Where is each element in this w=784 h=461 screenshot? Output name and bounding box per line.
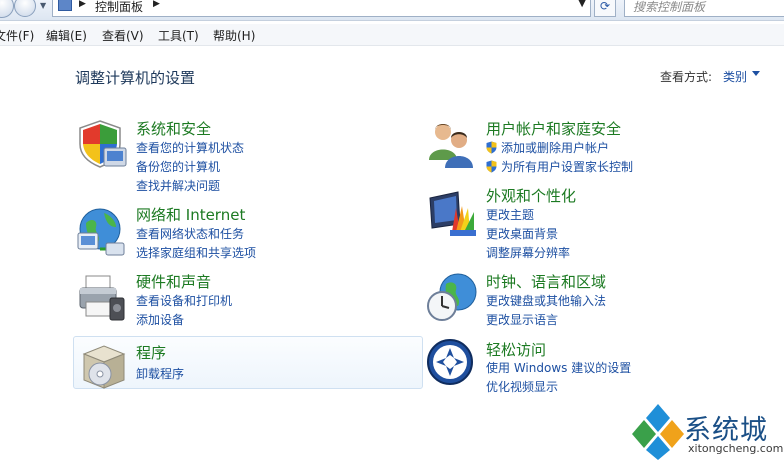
link-change-keyboard[interactable]: 更改键盘或其他输入法 — [486, 292, 606, 309]
link-homegroup-sharing[interactable]: 选择家庭组和共享选项 — [136, 244, 256, 261]
printer-icon[interactable] — [76, 272, 128, 324]
link-change-background[interactable]: 更改桌面背景 — [486, 225, 558, 242]
security-shield-icon[interactable] — [76, 118, 128, 170]
menu-bar: 文件(F) 编辑(E) 查看(V) 工具(T) 帮助(H) — [0, 24, 784, 46]
link-text: 为所有用户设置家长控制 — [501, 160, 634, 174]
uac-shield-icon — [486, 160, 497, 173]
control-panel-icon — [58, 0, 72, 11]
refresh-button[interactable]: ⟳ — [594, 0, 616, 17]
category-title-programs[interactable]: 程序 — [136, 342, 166, 363]
category-title-system-security[interactable]: 系统和安全 — [136, 118, 211, 139]
appearance-monitor-icon[interactable] — [426, 188, 478, 240]
back-button[interactable] — [0, 0, 14, 18]
ease-of-access-icon[interactable] — [426, 338, 478, 390]
menu-file[interactable]: 文件(F) — [0, 27, 34, 44]
link-view-network-status[interactable]: 查看网络状态和任务 — [136, 225, 244, 242]
watermark-url: xitongcheng.com — [688, 442, 784, 455]
forward-button[interactable] — [14, 0, 36, 17]
link-change-theme[interactable]: 更改主题 — [486, 206, 534, 223]
link-find-fix-problems[interactable]: 查找并解决问题 — [136, 177, 220, 194]
view-by-chevron-down-icon[interactable] — [752, 71, 760, 76]
link-text: 添加或删除用户帐户 — [501, 141, 610, 155]
category-title-ease-of-access[interactable]: 轻松访问 — [486, 339, 546, 360]
breadcrumb-control-panel[interactable]: 控制面板 — [95, 0, 143, 15]
category-title-network[interactable]: 网络和 Internet — [136, 204, 245, 225]
link-view-computer-status[interactable]: 查看您的计算机状态 — [136, 139, 244, 156]
view-by-dropdown[interactable]: 类别 — [723, 68, 747, 85]
address-toolbar: ▼ ▶ 控制面板 ▶ ▼ ⟳ 搜索控制面板 — [0, 0, 784, 21]
recent-pages-chevron-down-icon[interactable]: ▼ — [40, 1, 46, 10]
category-title-user-accounts[interactable]: 用户帐户和家庭安全 — [486, 118, 621, 139]
category-title-hardware[interactable]: 硬件和声音 — [136, 271, 211, 292]
menu-help[interactable]: 帮助(H) — [213, 27, 255, 44]
clock-globe-icon[interactable] — [426, 272, 478, 324]
link-change-display-language[interactable]: 更改显示语言 — [486, 311, 558, 328]
category-title-clock[interactable]: 时钟、语言和区域 — [486, 271, 606, 292]
link-uninstall-program[interactable]: 卸载程序 — [136, 365, 184, 382]
link-add-remove-accounts[interactable]: 添加或删除用户帐户 — [486, 139, 609, 156]
link-view-devices-printers[interactable]: 查看设备和打印机 — [136, 292, 232, 309]
programs-box-icon[interactable] — [78, 340, 130, 392]
address-bar[interactable]: ▶ 控制面板 ▶ ▼ — [52, 0, 591, 17]
link-parental-controls[interactable]: 为所有用户设置家长控制 — [486, 158, 633, 175]
breadcrumb-chevron-right-icon[interactable]: ▶ — [79, 0, 86, 9]
network-globe-icon[interactable] — [76, 205, 128, 257]
menu-tools[interactable]: 工具(T) — [158, 27, 199, 44]
address-history-chevron-down-icon[interactable]: ▼ — [578, 0, 586, 9]
link-add-device[interactable]: 添加设备 — [136, 311, 184, 328]
search-box[interactable]: 搜索控制面板 — [624, 0, 784, 17]
menu-view[interactable]: 查看(V) — [102, 27, 144, 44]
page-title: 调整计算机的设置 — [75, 69, 196, 87]
view-by-label: 查看方式: — [660, 70, 713, 84]
link-optimize-display[interactable]: 优化视频显示 — [486, 378, 558, 395]
link-adjust-resolution[interactable]: 调整屏幕分辨率 — [486, 244, 570, 261]
uac-shield-icon — [486, 141, 497, 154]
link-recommended-settings[interactable]: 使用 Windows 建议的设置 — [486, 359, 631, 376]
menu-edit[interactable]: 编辑(E) — [46, 27, 87, 44]
link-backup-computer[interactable]: 备份您的计算机 — [136, 158, 220, 175]
users-icon[interactable] — [426, 118, 478, 170]
category-title-appearance[interactable]: 外观和个性化 — [486, 185, 576, 206]
breadcrumb-chevron-right-icon[interactable]: ▶ — [153, 0, 160, 9]
search-input[interactable]: 搜索控制面板 — [633, 0, 705, 15]
